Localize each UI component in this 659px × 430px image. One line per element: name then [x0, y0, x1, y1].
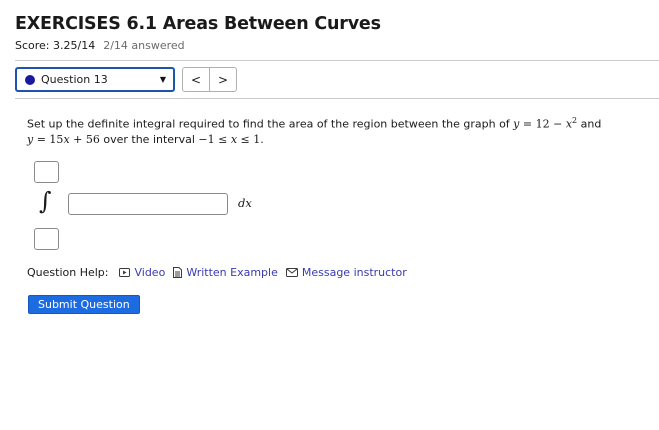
question-select-label: Question 13: [41, 73, 108, 86]
upper-limit-input[interactable]: [34, 161, 59, 183]
lower-limit-input[interactable]: [34, 228, 59, 250]
video-icon: [119, 268, 131, 277]
question-help-label: Question Help:: [27, 266, 109, 279]
integral-sign-icon: ∫: [39, 187, 52, 215]
video-link[interactable]: Video: [119, 266, 165, 279]
integrand-input[interactable]: [68, 193, 228, 215]
next-question-button[interactable]: >: [209, 68, 236, 91]
math-expr: = 12 −: [519, 117, 566, 131]
question-text: Set up the definite integral required to…: [27, 113, 627, 147]
chevron-right-icon: >: [217, 72, 229, 87]
math-expr: + 56: [69, 132, 100, 146]
question-help: Question Help: Video Written Example Mes…: [27, 266, 415, 279]
mail-icon: [285, 268, 298, 277]
question-text-part: Set up the definite integral required to…: [27, 117, 514, 131]
written-example-link[interactable]: Written Example: [173, 266, 278, 279]
math-expr: ≤ 1.: [237, 132, 264, 146]
answered-count: 2/14 answered: [103, 39, 185, 52]
dx-label: dx: [238, 196, 252, 210]
submit-question-button[interactable]: Submit Question: [28, 295, 140, 314]
caret-down-icon: ▼: [159, 75, 166, 84]
previous-question-button[interactable]: <: [183, 68, 209, 91]
question-nav-group: < >: [182, 67, 237, 92]
math-expr: = 15: [33, 132, 64, 146]
video-link-label: Video: [134, 266, 166, 279]
score-line: Score: 3.25/14 2/14 answered: [15, 39, 185, 52]
divider-bottom: [15, 98, 659, 99]
question-text-part: over the interval: [99, 132, 199, 146]
question-text-part: and: [577, 117, 602, 131]
divider-top: [15, 60, 659, 61]
score-text: Score: 3.25/14: [15, 39, 96, 52]
page-title: EXERCISES 6.1 Areas Between Curves: [15, 14, 381, 34]
message-instructor-link[interactable]: Message instructor: [285, 266, 407, 279]
question-status-dot: [25, 74, 35, 85]
math-expr: −1 ≤: [198, 132, 231, 146]
question-select[interactable]: Question 13 ▼: [15, 67, 175, 92]
written-example-label: Written Example: [186, 266, 278, 279]
message-instructor-label: Message instructor: [301, 266, 407, 279]
chevron-left-icon: <: [190, 72, 202, 87]
document-icon: [173, 267, 183, 278]
